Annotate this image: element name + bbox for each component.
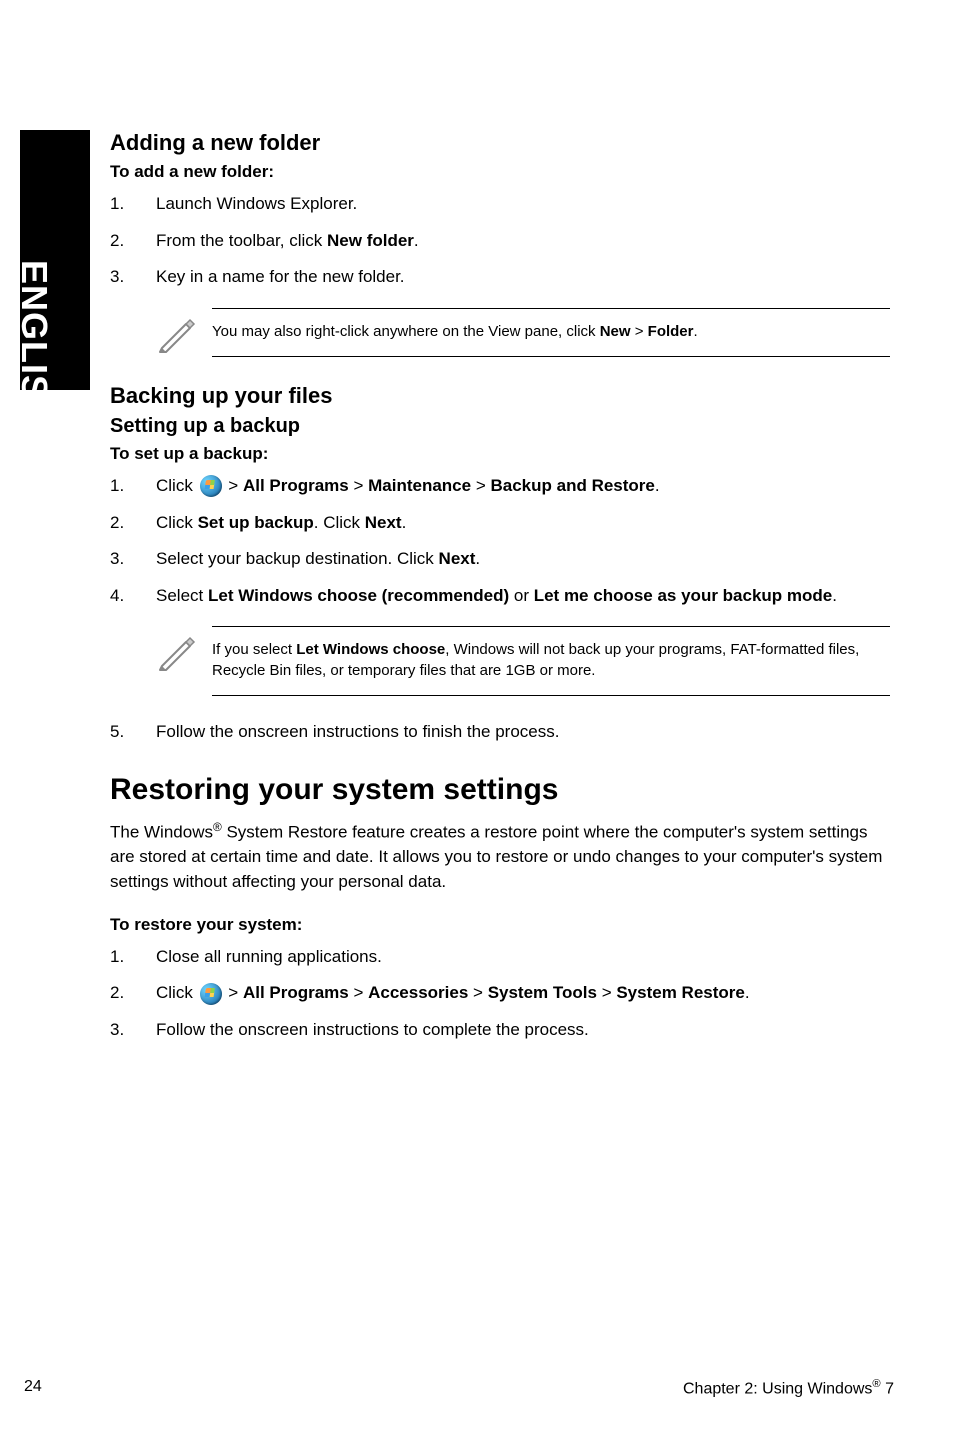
page-footer: 24 Chapter 2: Using Windows® 7 [24, 1378, 894, 1398]
note-block: You may also right-click anywhere on the… [156, 308, 890, 359]
note-text: You may also right-click anywhere on the… [212, 308, 890, 357]
list-item: From the toolbar, click New folder. [110, 229, 890, 254]
list-item: Click > All Programs > Maintenance > Bac… [110, 474, 890, 499]
steps-backup-continued: Follow the onscreen instructions to fini… [110, 720, 890, 745]
step-text: Close all running applications. [156, 945, 890, 970]
prompt-setup-backup: To set up a backup: [110, 444, 890, 464]
heading-adding-folder: Adding a new folder [110, 130, 890, 156]
page-number: 24 [24, 1378, 42, 1398]
pencil-note-icon [156, 626, 212, 677]
step-text: Click > All Programs > Accessories > Sys… [156, 981, 890, 1006]
list-item: Select Let Windows choose (recommended) … [110, 584, 890, 609]
list-item: Click > All Programs > Accessories > Sys… [110, 981, 890, 1006]
step-text: Follow the onscreen instructions to fini… [156, 720, 890, 745]
steps-restore: Close all running applications. Click > … [110, 945, 890, 1043]
prompt-restore: To restore your system: [110, 915, 890, 935]
list-item: Select your backup destination. Click Ne… [110, 547, 890, 572]
step-text: Select Let Windows choose (recommended) … [156, 584, 890, 609]
subheading-setup-backup: Setting up a backup [110, 415, 890, 438]
pencil-note-icon [156, 308, 212, 359]
note-text: If you select Let Windows choose, Window… [212, 626, 890, 696]
list-item: Follow the onscreen instructions to fini… [110, 720, 890, 745]
windows-start-icon [200, 475, 222, 497]
steps-add-folder: Launch Windows Explorer. From the toolba… [110, 192, 890, 290]
step-text: From the toolbar, click New folder. [156, 229, 890, 254]
page-content: Adding a new folder To add a new folder:… [110, 130, 890, 1061]
prompt-add-folder: To add a new folder: [110, 162, 890, 182]
heading-restore: Restoring your system settings [110, 773, 890, 807]
step-text: Select your backup destination. Click Ne… [156, 547, 890, 572]
heading-backup: Backing up your files [110, 383, 890, 409]
list-item: Click Set up backup. Click Next. [110, 511, 890, 536]
list-item: Key in a name for the new folder. [110, 265, 890, 290]
language-label: ENGLISH [13, 260, 55, 427]
step-text: Click > All Programs > Maintenance > Bac… [156, 474, 890, 499]
step-text: Follow the onscreen instructions to comp… [156, 1018, 890, 1043]
step-text: Key in a name for the new folder. [156, 265, 890, 290]
steps-backup: Click > All Programs > Maintenance > Bac… [110, 474, 890, 609]
chapter-label: Chapter 2: Using Windows® 7 [683, 1378, 894, 1398]
note-block: If you select Let Windows choose, Window… [156, 626, 890, 696]
list-item: Follow the onscreen instructions to comp… [110, 1018, 890, 1043]
list-item: Launch Windows Explorer. [110, 192, 890, 217]
step-text: Click Set up backup. Click Next. [156, 511, 890, 536]
list-item: Close all running applications. [110, 945, 890, 970]
restore-intro: The Windows® System Restore feature crea… [110, 819, 890, 895]
windows-start-icon [200, 983, 222, 1005]
step-text: Launch Windows Explorer. [156, 192, 890, 217]
